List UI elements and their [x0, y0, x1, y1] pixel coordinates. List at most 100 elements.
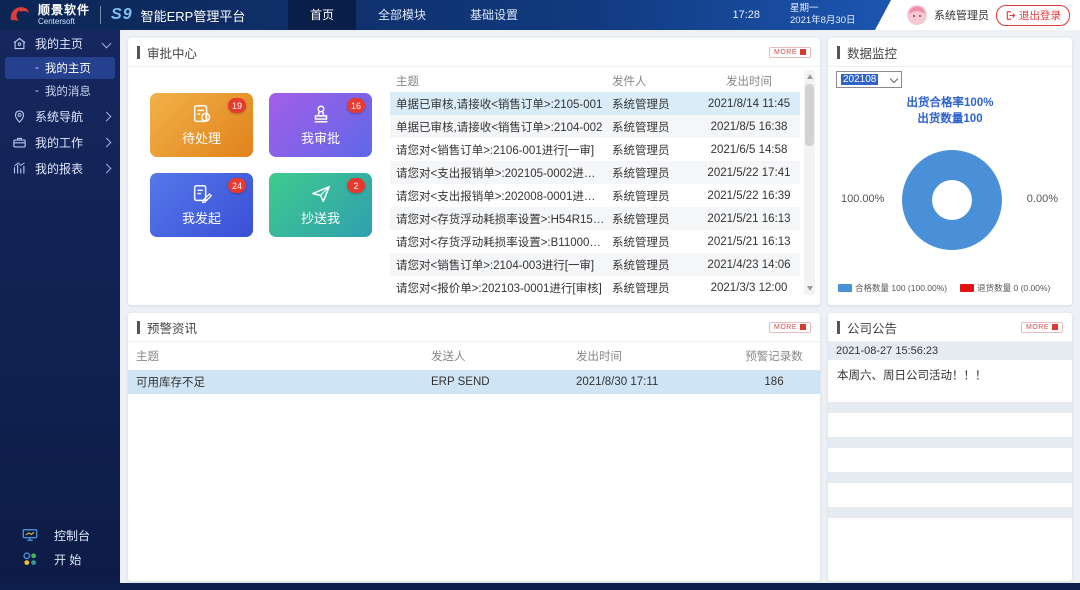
legend-qualified: 合格数量 100 (100.00%)	[838, 282, 947, 294]
stamp-icon	[310, 103, 332, 125]
sidebar-item-label: 我的报表	[35, 160, 83, 177]
approval-subject: 请您对<存货浮动耗损率设置>:H54R15006002进行[审核]	[390, 211, 606, 227]
sidebar-item-my-reports[interactable]: 我的报表	[0, 155, 120, 181]
sidebar-item-my-home[interactable]: 我的主页	[0, 30, 120, 56]
sidebar-item-label: 我的主页	[35, 35, 83, 52]
avatar-icon	[907, 5, 927, 25]
tab-home[interactable]: 首页	[288, 0, 356, 30]
announcements-more-button[interactable]: MORE	[1021, 322, 1063, 333]
alerts-more-button[interactable]: MORE	[769, 322, 811, 333]
approval-row[interactable]: 单据已审核,请接收<销售订单>:2104-002 系统管理员 2021/8/5 …	[390, 115, 800, 138]
sidebar-item-label: 系统导航	[35, 108, 83, 125]
approval-sent-time: 2021/5/21 16:13	[698, 236, 800, 248]
approval-subject: 请您对<存货浮动耗损率设置>:B11000001进行[审核]	[390, 234, 606, 250]
scroll-up-icon[interactable]	[807, 74, 813, 79]
card-pending[interactable]: 19 待处理	[150, 93, 253, 157]
logo-divider	[100, 6, 101, 24]
approval-subject: 请您对<支出报销单>:202008-0001进行[审核]	[390, 188, 606, 204]
chart-icon	[12, 161, 27, 176]
legend-swatch-red	[960, 284, 974, 292]
approval-scrollbar[interactable]	[804, 70, 815, 295]
start-label: 开 始	[54, 551, 81, 568]
initiated-count-badge: 24	[228, 178, 246, 193]
approval-table: 主题 发件人 发出时间 单据已审核,请接收<销售订单>:2105-001 系统管…	[390, 70, 800, 299]
col-sender: 发件人	[606, 73, 698, 89]
card-initiated-by-me[interactable]: 24 我发起	[150, 173, 253, 237]
more-label: MORE	[774, 49, 797, 56]
company-name-cn: 顺景软件	[38, 4, 90, 16]
approval-row[interactable]: 请您对<支出报销单>:202008-0001进行[审核] 系统管理员 2021/…	[390, 184, 800, 207]
chevron-down-icon	[102, 38, 112, 48]
card-label: 待处理	[182, 128, 221, 147]
alerts-panel-header: 预警资讯 MORE	[128, 313, 820, 342]
app-title: 智能ERP管理平台	[141, 6, 246, 25]
sidebar-item-system-nav[interactable]: 系统导航	[0, 103, 120, 129]
approval-panel-title: 审批中心	[147, 43, 197, 62]
approval-center-panel: 审批中心 MORE 19 待处理	[128, 38, 820, 305]
scroll-down-icon[interactable]	[807, 286, 813, 291]
alert-sender: ERP SEND	[423, 376, 568, 388]
sidebar-subitem-label: 我的消息	[45, 83, 91, 99]
announcement-empty-slot	[828, 472, 1072, 483]
approval-more-button[interactable]: MORE	[769, 47, 811, 58]
sidebar-item-my-work[interactable]: 我的工作	[0, 129, 120, 155]
approval-sent-time: 2021/8/14 11:45	[698, 98, 800, 110]
donut-right-label: 0.00%	[1027, 193, 1058, 205]
more-grid-icon	[800, 324, 806, 330]
approval-row[interactable]: 请您对<销售订单>:2104-003进行[一审] 系统管理员 2021/4/23…	[390, 253, 800, 276]
tab-all-modules[interactable]: 全部模块	[356, 0, 448, 30]
approval-sender: 系统管理员	[606, 119, 698, 135]
console-button[interactable]: 控制台	[0, 523, 120, 547]
sidebar-subitem-my-home[interactable]: 我的主页	[5, 57, 115, 79]
monitor-panel-header: 数据监控	[828, 38, 1072, 67]
approval-row[interactable]: 请您对<存货浮动耗损率设置>:H54R15006002进行[审核] 系统管理员 …	[390, 207, 800, 230]
clock-weekday: 星期一	[790, 3, 855, 15]
approval-panel-header: 审批中心 MORE	[128, 38, 820, 67]
tab-basic-settings[interactable]: 基础设置	[448, 0, 540, 30]
header-user-area: 系统管理员 退出登录	[875, 0, 1080, 30]
alert-sent-time: 2021/8/30 17:11	[568, 376, 728, 388]
sidebar: 我的主页 我的主页 我的消息 系统导航 我的工作	[0, 30, 120, 583]
logout-button[interactable]: 退出登录	[996, 5, 1070, 26]
alert-row[interactable]: 可用库存不足 ERP SEND 2021/8/30 17:11 186	[128, 370, 820, 394]
approval-row[interactable]: 请您对<存货浮动耗损率设置>:B11000001进行[审核] 系统管理员 202…	[390, 230, 800, 253]
sidebar-subitem-my-messages[interactable]: 我的消息	[5, 80, 115, 102]
announcement-timestamp[interactable]: 2021-08-27 15:56:23	[828, 342, 1072, 360]
panel-accent-bar	[137, 321, 140, 334]
scroll-thumb[interactable]	[805, 84, 814, 146]
approval-sent-time: 2021/5/22 16:39	[698, 190, 800, 202]
pass-rate-text: 出货合格率100%	[828, 94, 1072, 110]
approval-subject: 单据已审核,请接收<销售订单>:2105-001	[390, 96, 606, 112]
approval-sender: 系统管理员	[606, 188, 698, 204]
clock-time: 17:28	[700, 0, 760, 30]
alert-record-count: 186	[728, 376, 820, 388]
period-select[interactable]: 202108	[836, 71, 902, 88]
announcement-text[interactable]: 本周六、周日公司活动！！！	[828, 360, 1072, 402]
more-grid-icon	[800, 49, 806, 55]
announcements-panel-title: 公司公告	[847, 318, 897, 337]
approval-row[interactable]: 请您对<报价单>:202103-0001进行[审核] 系统管理员 2021/3/…	[390, 276, 800, 299]
card-my-approvals[interactable]: 16 我审批	[269, 93, 372, 157]
pending-tasks-icon	[191, 103, 213, 125]
start-icon	[22, 551, 38, 567]
approval-sent-time: 2021/3/3 12:00	[698, 282, 800, 294]
user-avatar[interactable]	[907, 5, 927, 25]
main-nav: 首页 全部模块 基础设置	[288, 0, 540, 30]
approval-row[interactable]: 请您对<销售订单>:2106-001进行[一审] 系统管理员 2021/6/5 …	[390, 138, 800, 161]
approval-sent-time: 2021/8/5 16:38	[698, 121, 800, 133]
panel-accent-bar	[837, 321, 840, 334]
data-monitor-panel: 数据监控 202108 出货合格率100% 出货数量100 100.00% 0.…	[828, 38, 1072, 305]
start-button[interactable]: 开 始	[0, 547, 120, 571]
legend-returned: 退货数量 0 (0.00%)	[960, 282, 1050, 294]
approval-row[interactable]: 单据已审核,请接收<销售订单>:2105-001 系统管理员 2021/8/14…	[390, 92, 800, 115]
sidebar-item-label: 我的工作	[35, 134, 83, 151]
my-approvals-count-badge: 16	[347, 98, 365, 113]
approval-sender: 系统管理员	[606, 257, 698, 273]
more-label: MORE	[774, 324, 797, 331]
more-label: MORE	[1026, 324, 1049, 331]
sidebar-subitem-label: 我的主页	[45, 60, 91, 76]
card-cc-to-me[interactable]: 2 抄送我	[269, 173, 372, 237]
approval-row[interactable]: 请您对<支出报销单>:202105-0002进行[审核] 系统管理员 2021/…	[390, 161, 800, 184]
col-subject: 主题	[128, 348, 423, 364]
announcements-panel-header: 公司公告 MORE	[828, 313, 1072, 342]
